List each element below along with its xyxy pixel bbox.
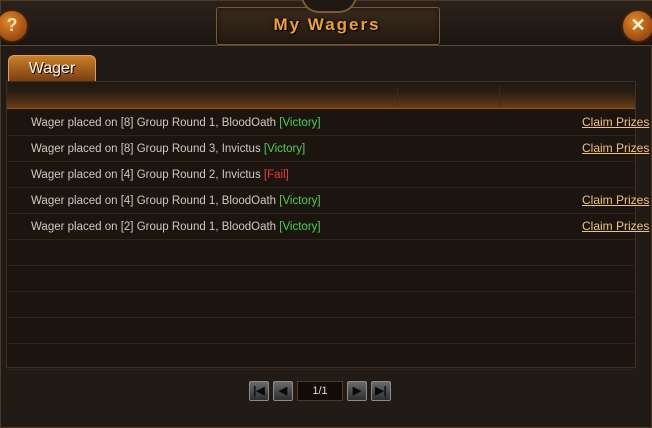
last-page-icon: ▶|	[375, 385, 387, 397]
close-button[interactable]: ✕	[621, 9, 652, 43]
next-page-button[interactable]: ▶	[347, 381, 367, 401]
last-page-button[interactable]: ▶|	[371, 381, 391, 401]
claim-prizes-link[interactable]: Claim Prizes	[582, 110, 649, 134]
wager-row: Wager placed on [2] Group Round 1, Blood…	[7, 214, 649, 240]
claim-prizes-link[interactable]: Claim Prizes	[582, 188, 649, 212]
wager-row: Wager placed on [4] Group Round 1, Blood…	[7, 188, 649, 214]
list-header	[7, 82, 635, 109]
wager-status: [Victory]	[279, 195, 321, 207]
header-divider	[499, 86, 500, 106]
title-bar: My Wagers ? ✕	[0, 0, 652, 46]
empty-row	[7, 292, 635, 318]
claim-prizes-link[interactable]: Claim Prizes	[582, 136, 649, 160]
claim-prizes-link[interactable]: Claim Prizes	[582, 214, 649, 238]
wager-description: Wager placed on [4] Group Round 1, Blood…	[31, 188, 321, 214]
wager-text: Wager placed on [8] Group Round 1, Blood…	[31, 117, 280, 129]
next-page-icon: ▶	[352, 385, 362, 397]
wager-rows: Wager placed on [8] Group Round 1, Blood…	[7, 110, 649, 370]
wager-list-panel: Wager placed on [8] Group Round 1, Blood…	[6, 81, 649, 370]
wager-text: Wager placed on [2] Group Round 1, Blood…	[31, 221, 280, 233]
wager-description: Wager placed on [8] Group Round 1, Blood…	[31, 110, 321, 136]
wagers-window: My Wagers ? ✕ Wager Wager placed on [8] …	[0, 0, 652, 428]
prev-page-button[interactable]: ◀	[273, 381, 293, 401]
help-button[interactable]: ?	[0, 9, 29, 43]
wager-row: Wager placed on [4] Group Round 2, Invic…	[7, 162, 635, 188]
wager-text: Wager placed on [4] Group Round 1, Blood…	[31, 195, 280, 207]
first-page-icon: |◀	[253, 385, 265, 397]
window-title: My Wagers	[273, 15, 381, 34]
wager-status: [Victory]	[279, 221, 321, 233]
page-indicator: 1/1	[297, 381, 343, 401]
first-page-button[interactable]: |◀	[249, 381, 269, 401]
wager-row: Wager placed on [8] Group Round 3, Invic…	[7, 136, 649, 162]
empty-row	[7, 344, 635, 370]
wager-description: Wager placed on [2] Group Round 1, Blood…	[31, 214, 321, 240]
empty-row	[7, 318, 635, 344]
wager-row: Wager placed on [8] Group Round 1, Blood…	[7, 110, 649, 136]
wager-description: Wager placed on [8] Group Round 3, Invic…	[31, 136, 305, 162]
wager-status: [Victory]	[279, 117, 321, 129]
empty-row	[7, 266, 635, 292]
wager-text: Wager placed on [4] Group Round 2, Invic…	[31, 169, 264, 181]
wager-status: [Fail]	[263, 169, 289, 181]
wager-text: Wager placed on [8] Group Round 3, Invic…	[31, 143, 264, 155]
prev-page-icon: ◀	[278, 385, 288, 397]
wager-description: Wager placed on [4] Group Round 2, Invic…	[31, 162, 289, 188]
header-divider	[397, 86, 398, 106]
tab-wager[interactable]: Wager	[8, 55, 96, 82]
wager-status: [Victory]	[263, 143, 306, 155]
empty-row	[7, 240, 635, 266]
